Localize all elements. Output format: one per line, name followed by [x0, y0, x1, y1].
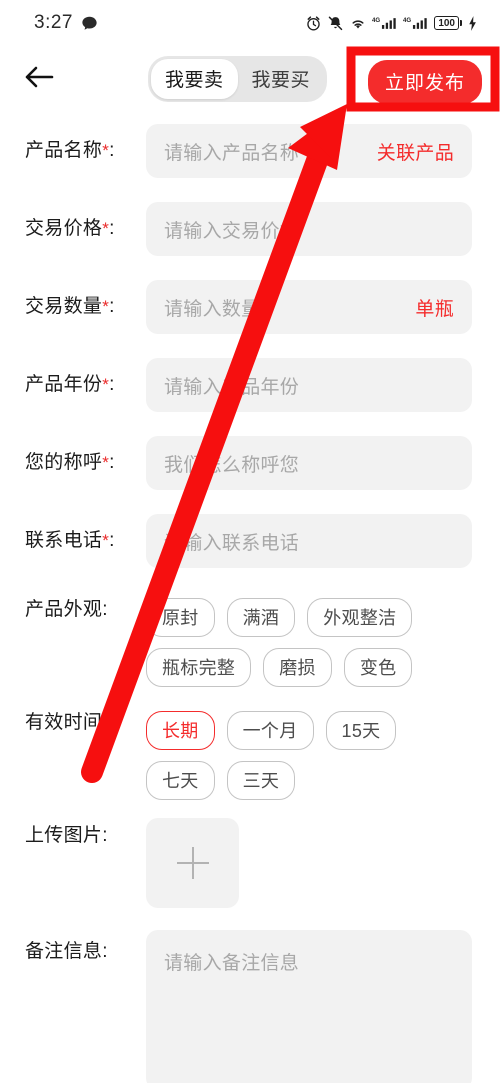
- signal-4g-icon: 4G: [403, 15, 429, 32]
- signal-4g-icon: 4G: [372, 15, 398, 32]
- battery-cap: [460, 20, 462, 26]
- chat-bubble-icon: [81, 15, 98, 32]
- field-row-appearance: 产品外观: 原封 满酒 外观整洁 瓶标完整 磨损 变色: [0, 580, 500, 693]
- publish-button[interactable]: 立即发布: [367, 60, 482, 104]
- input-notes[interactable]: 请输入备注信息: [146, 930, 472, 1083]
- chip-validity-one-month[interactable]: 一个月: [226, 711, 314, 750]
- label-upload: 上传图片:: [25, 825, 108, 846]
- field-row-quantity: 交易数量*: 请输入数量 单瓶: [0, 268, 500, 346]
- battery-level: 100: [434, 16, 459, 30]
- field-row-price: 交易价格*: 请输入交易价格: [0, 190, 500, 268]
- input-price[interactable]: 请输入交易价格: [146, 202, 472, 256]
- placeholder-product-name: 请输入产品名称: [164, 142, 300, 164]
- battery-icon: 100: [434, 16, 462, 30]
- upload-image-button[interactable]: [146, 818, 239, 908]
- link-related-product[interactable]: 关联产品: [377, 138, 454, 165]
- placeholder-price: 请输入交易价格: [164, 220, 300, 242]
- listing-form: 产品名称*: 请输入产品名称 关联产品 交易价格*: 请输入交易价格 交易数量*…: [0, 112, 500, 1083]
- field-row-notes: 备注信息: 请输入备注信息: [0, 918, 500, 1083]
- svg-text:4G: 4G: [372, 16, 380, 23]
- label-year: 产品年份*:: [25, 374, 115, 395]
- placeholder-year: 请输入产品年份: [164, 376, 300, 398]
- field-row-product-name: 产品名称*: 请输入产品名称 关联产品: [0, 112, 500, 190]
- charging-bolt-icon: [467, 15, 478, 32]
- field-row-upload: 上传图片:: [0, 806, 500, 918]
- label-appearance: 产品外观:: [25, 599, 108, 620]
- input-nickname[interactable]: 我们怎么称呼您: [146, 436, 472, 490]
- field-row-nickname: 您的称呼*: 我们怎么称呼您: [0, 424, 500, 502]
- label-validity: 有效时间*:: [25, 712, 115, 733]
- input-product-name[interactable]: 请输入产品名称 关联产品: [146, 124, 472, 178]
- chip-validity-7-days[interactable]: 七天: [146, 761, 215, 800]
- chip-appearance-clean[interactable]: 外观整洁: [307, 598, 413, 637]
- svg-text:4G: 4G: [403, 16, 411, 23]
- bell-muted-icon: [327, 15, 344, 32]
- field-row-year: 产品年份*: 请输入产品年份: [0, 346, 500, 424]
- label-product-name: 产品名称*:: [25, 140, 115, 161]
- chip-appearance-worn[interactable]: 磨损: [263, 648, 332, 687]
- status-bar-left: 3:27: [34, 12, 98, 34]
- unit-selector-quantity[interactable]: 单瓶: [415, 294, 454, 321]
- chip-appearance-full[interactable]: 满酒: [226, 598, 296, 637]
- field-row-phone: 联系电话*: 请输入联系电话: [0, 502, 500, 580]
- field-row-validity: 有效时间*: 长期 一个月 15天 七天 三天: [0, 693, 500, 806]
- label-phone: 联系电话*:: [25, 530, 115, 551]
- input-year[interactable]: 请输入产品年份: [146, 358, 472, 412]
- label-nickname: 您的称呼*:: [25, 452, 115, 473]
- status-time: 3:27: [34, 12, 73, 33]
- placeholder-quantity: 请输入数量: [164, 298, 261, 320]
- label-quantity: 交易数量*:: [25, 296, 115, 317]
- chip-group-validity: 长期 一个月 15天 七天 三天: [146, 707, 472, 806]
- app-header: 我要卖 我要买 立即发布: [0, 46, 500, 112]
- placeholder-nickname: 我们怎么称呼您: [164, 454, 300, 476]
- placeholder-phone: 请输入联系电话: [164, 532, 300, 554]
- placeholder-notes: 请输入备注信息: [164, 953, 300, 974]
- chip-validity-longterm[interactable]: 长期: [146, 711, 215, 750]
- chip-appearance-label-intact[interactable]: 瓶标完整: [146, 648, 252, 687]
- input-quantity[interactable]: 请输入数量 单瓶: [146, 280, 472, 334]
- back-button[interactable]: [24, 58, 66, 100]
- status-bar: 3:27 4G 4G 100: [0, 0, 500, 46]
- label-price: 交易价格*:: [25, 218, 115, 239]
- phone-screen: 3:27 4G 4G 100 我要卖 我要买 立即发布 产品名称*: 请输入产品…: [0, 0, 500, 1083]
- chip-group-appearance: 原封 满酒 外观整洁 瓶标完整 磨损 变色: [146, 594, 472, 693]
- mode-segmented-control[interactable]: 我要卖 我要买: [148, 56, 328, 102]
- plus-icon: [176, 847, 209, 879]
- input-phone[interactable]: 请输入联系电话: [146, 514, 472, 568]
- tab-sell[interactable]: 我要卖: [151, 59, 238, 99]
- chip-appearance-discolored[interactable]: 变色: [343, 648, 413, 687]
- wifi-icon: [349, 15, 367, 32]
- chip-validity-3-days[interactable]: 三天: [226, 761, 296, 800]
- label-notes: 备注信息:: [25, 941, 108, 962]
- alarm-icon: [305, 15, 322, 32]
- chip-validity-15-days[interactable]: 15天: [325, 711, 397, 750]
- chip-appearance-sealed[interactable]: 原封: [146, 598, 215, 637]
- status-bar-right: 4G 4G 100: [305, 15, 478, 32]
- back-arrow-icon: [24, 64, 54, 95]
- tab-buy[interactable]: 我要买: [238, 59, 325, 99]
